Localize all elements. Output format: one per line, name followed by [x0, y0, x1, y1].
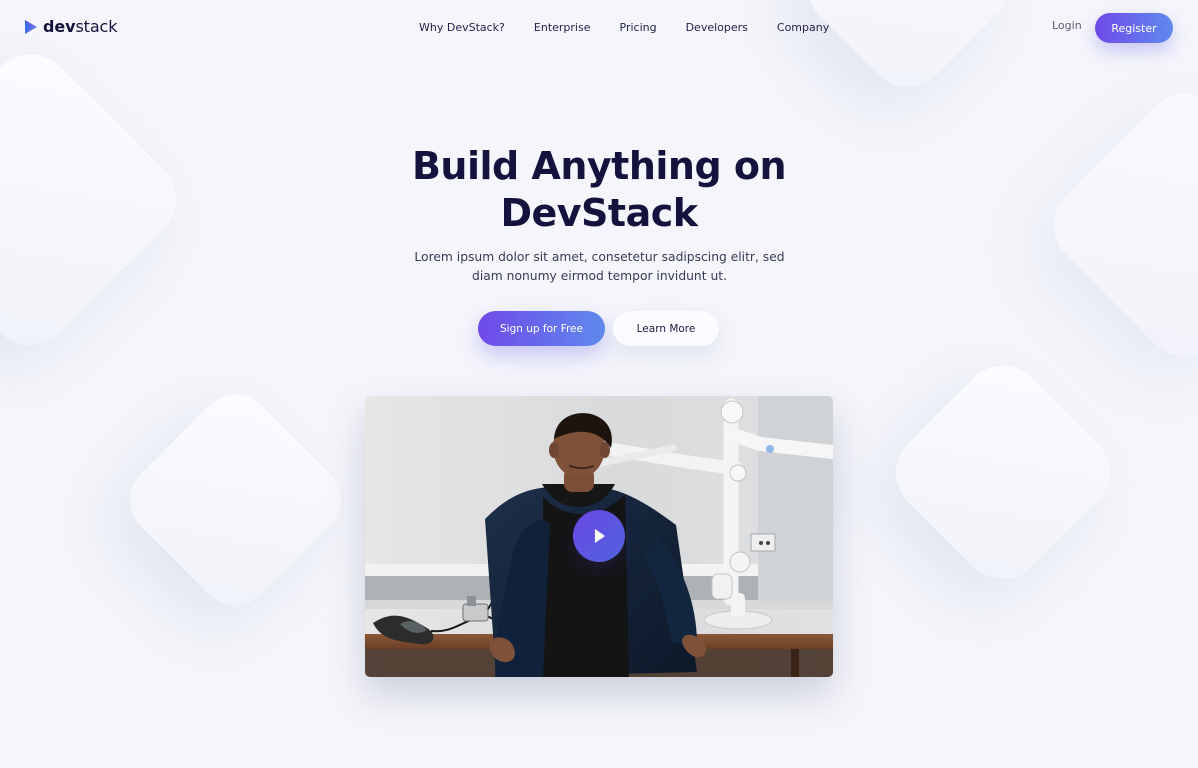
brand-name-rest: stack	[75, 17, 118, 36]
signup-button[interactable]: Sign up for Free	[478, 311, 605, 346]
background-decoration	[114, 379, 356, 621]
site-header: devstack Why DevStack? Enterprise Pricin…	[0, 0, 1198, 56]
background-decoration	[878, 348, 1127, 597]
hero-description: Lorem ipsum dolor sit amet, consetetur s…	[414, 250, 785, 283]
main-navigation: Why DevStack? Enterprise Pricing Develop…	[419, 20, 829, 36]
play-icon	[595, 529, 605, 543]
nav-item-company[interactable]: Company	[777, 20, 829, 36]
nav-item-why-devstack[interactable]: Why DevStack?	[419, 20, 505, 36]
login-link[interactable]: Login	[1052, 19, 1082, 32]
brand-logo-link[interactable]: devstack	[24, 17, 118, 37]
hero-title: Build Anything on DevStack	[411, 144, 787, 235]
learn-more-button[interactable]: Learn More	[613, 311, 719, 346]
video-play-button[interactable]	[573, 510, 625, 562]
register-button[interactable]: Register	[1095, 13, 1173, 43]
play-triangle-logo-icon	[25, 20, 37, 34]
background-decoration	[1036, 76, 1198, 374]
nav-item-developers[interactable]: Developers	[686, 20, 748, 36]
brand-name-bold: dev	[43, 17, 76, 36]
nav-item-pricing[interactable]: Pricing	[620, 20, 657, 36]
nav-item-enterprise[interactable]: Enterprise	[534, 20, 591, 36]
background-decoration	[0, 37, 193, 363]
brand-name: devstack	[43, 17, 118, 37]
